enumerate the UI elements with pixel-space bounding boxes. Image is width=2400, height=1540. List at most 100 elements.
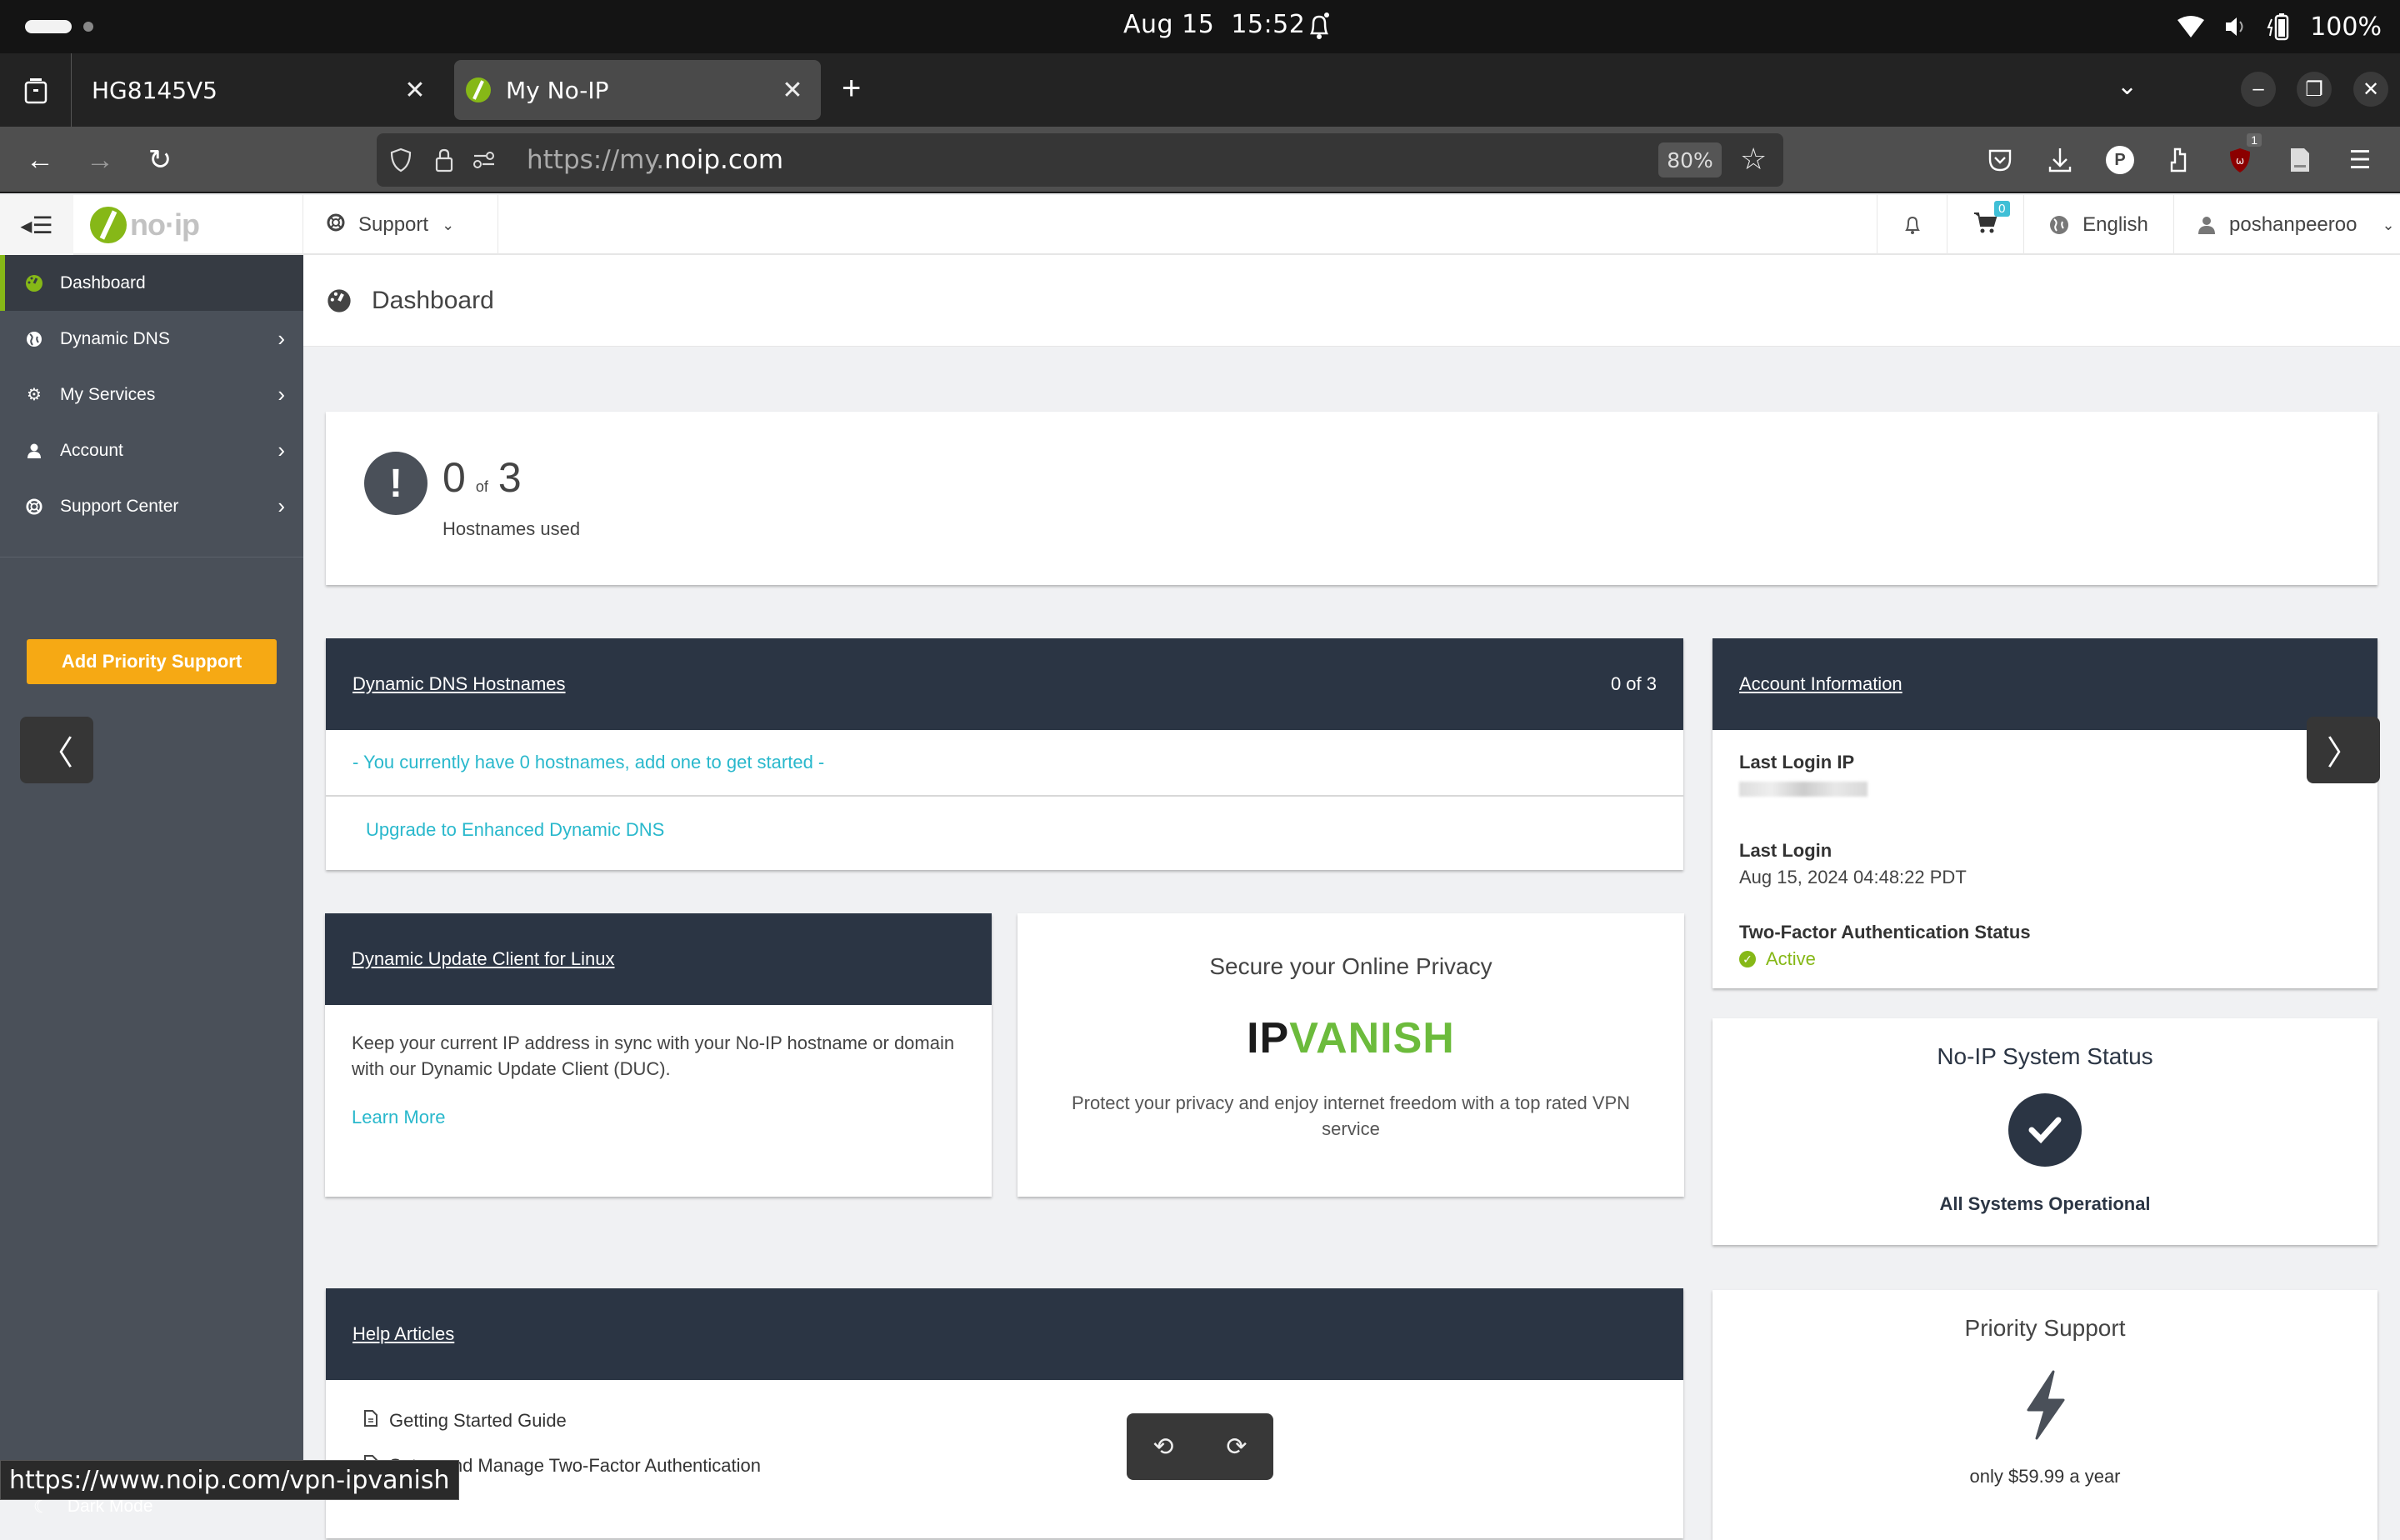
- sidebar-item-my-services[interactable]: ⚙ My Services ›: [0, 367, 303, 422]
- sidebar-item-label: Account: [60, 440, 123, 460]
- zoom-level-button[interactable]: 80%: [1658, 142, 1722, 178]
- help-articles-link[interactable]: Help Articles: [352, 1323, 1657, 1345]
- sidebar-item-dashboard[interactable]: Dashboard: [0, 255, 303, 311]
- ipvanish-promo-card[interactable]: Secure your Online Privacy IPVANISH Prot…: [1018, 913, 1684, 1197]
- lock-icon[interactable]: [430, 145, 458, 175]
- cart-count-badge: 0: [1994, 200, 2010, 217]
- pocket-icon[interactable]: [1983, 143, 2017, 177]
- wifi-icon: [2178, 16, 2205, 38]
- two-factor-status: ✓ Active: [1739, 948, 2351, 970]
- p-extension-icon[interactable]: P: [2103, 143, 2137, 177]
- hostname-count-badge: 0 of 3: [1610, 673, 1657, 694]
- help-article-title: Getting Started Guide: [389, 1410, 567, 1431]
- extensions-puzzle-icon[interactable]: [2163, 143, 2197, 177]
- tab-manager-icon: [24, 78, 47, 104]
- noip-logo-mark-icon: [90, 207, 127, 243]
- learn-more-link[interactable]: Learn More: [325, 1107, 992, 1128]
- language-selector[interactable]: English: [2023, 195, 2173, 255]
- chevron-right-icon: 〉: [2327, 735, 2360, 772]
- workspace-indicator[interactable]: [25, 20, 72, 33]
- of-text: of: [475, 478, 488, 495]
- url-domain: noip.com: [664, 145, 784, 175]
- system-status-title: No-IP System Status: [1937, 1043, 2153, 1069]
- carousel-next-button[interactable]: 〉: [2307, 717, 2380, 783]
- sidebar-item-account[interactable]: Account ›: [0, 422, 303, 478]
- ipvanish-logo-ip: IP: [1247, 1014, 1290, 1062]
- forward-arrow-icon[interactable]: →: [82, 142, 118, 178]
- username-label: poshanpeeroo: [2229, 213, 2358, 236]
- tab-my-noip[interactable]: My No-IP ✕: [454, 60, 821, 120]
- clock[interactable]: Aug 15 15:52: [1123, 10, 1305, 39]
- header-right-controls: 0 English poshanpeeroo ⌄: [1877, 195, 2400, 255]
- priority-support-title: Priority Support: [1964, 1315, 2126, 1341]
- last-login-ip-label: Last Login IP: [1739, 752, 1855, 772]
- lightning-bolt-icon: [1712, 1370, 2378, 1444]
- rotate-left-icon[interactable]: ⟲: [1152, 1432, 1173, 1462]
- upgrade-enhanced-dns-link[interactable]: Upgrade to Enhanced Dynamic DNS: [326, 797, 1683, 863]
- duc-linux-link[interactable]: Dynamic Update Client for Linux: [352, 948, 965, 970]
- tab-hg8145v5[interactable]: HG8145V5 ✕: [77, 60, 443, 120]
- permissions-icon[interactable]: [470, 145, 498, 175]
- sidebar-collapse-toggle[interactable]: ◂☰: [0, 195, 73, 255]
- downloads-icon[interactable]: [2043, 143, 2077, 177]
- system-tray[interactable]: 100%: [2177, 8, 2382, 45]
- page-title: Dashboard: [372, 286, 494, 314]
- new-tab-button[interactable]: +: [842, 70, 861, 108]
- tab-title: HG8145V5: [92, 76, 218, 104]
- document-icon: [364, 1410, 378, 1432]
- help-article-item[interactable]: Setup and Manage Two-Factor Authenticati…: [364, 1443, 1645, 1488]
- list-all-tabs-chevron-icon[interactable]: ⌄: [2117, 72, 2138, 101]
- dynamic-dns-hostnames-link[interactable]: Dynamic DNS Hostnames: [352, 673, 1611, 695]
- logo-text: no·ip: [130, 208, 200, 242]
- carousel-prev-button[interactable]: 〈: [20, 717, 93, 783]
- sidebar-item-label: Dashboard: [60, 272, 146, 292]
- card-header: Dynamic Update Client for Linux: [325, 913, 992, 1005]
- exclamation-icon: !: [364, 452, 428, 515]
- hamburger-menu-icon[interactable]: ☰: [2343, 143, 2377, 177]
- help-article-item[interactable]: Getting Started Guide: [364, 1398, 1645, 1443]
- notification-bell-icon[interactable]: [1307, 12, 1332, 40]
- ublock-shield-icon[interactable]: ω 1: [2223, 133, 2262, 177]
- battery-icon: [2267, 13, 2289, 41]
- cart-button[interactable]: 0: [1947, 195, 2023, 255]
- no-hostnames-message[interactable]: - You currently have 0 hostnames, add on…: [326, 730, 1683, 797]
- sidebar-item-support-center[interactable]: Support Center ›: [0, 478, 303, 534]
- tab-overview-button[interactable]: [0, 53, 72, 127]
- close-window-button[interactable]: ✕: [2353, 72, 2388, 107]
- workspace-dot[interactable]: [83, 22, 93, 32]
- browser-tab-strip: HG8145V5 ✕ My No-IP ✕ + ⌄ – ❐ ✕: [0, 53, 2400, 127]
- support-dropdown[interactable]: Support ⌄: [303, 195, 498, 255]
- reader-view-icon[interactable]: [2283, 143, 2317, 177]
- sidebar-item-dynamic-dns[interactable]: Dynamic DNS ›: [0, 311, 303, 367]
- sidebar-divider: [0, 557, 303, 558]
- url-text[interactable]: https://my.noip.com: [527, 145, 783, 175]
- account-information-link[interactable]: Account Information: [1739, 673, 2351, 695]
- noip-logo[interactable]: no·ip: [90, 205, 200, 245]
- page-title-bar: Dashboard: [303, 255, 2400, 347]
- two-factor-label: Two-Factor Authentication Status: [1739, 922, 2031, 942]
- card-header: Account Information: [1712, 638, 2378, 730]
- add-priority-support-button[interactable]: Add Priority Support: [27, 639, 277, 684]
- back-arrow-icon[interactable]: ←: [22, 142, 58, 178]
- tracking-shield-icon[interactable]: [387, 145, 415, 175]
- close-tab-icon[interactable]: ✕: [776, 76, 809, 105]
- dashboard-icon: [25, 274, 43, 292]
- notifications-button[interactable]: [1877, 195, 1947, 255]
- account-information-card: Account Information Last Login IP Last L…: [1712, 638, 2378, 988]
- sidebar-item-label: Support Center: [60, 496, 179, 516]
- bookmark-star-icon[interactable]: ☆: [1740, 142, 1767, 177]
- system-status-text: All Systems Operational: [1939, 1193, 2151, 1214]
- rotate-right-icon[interactable]: ⟳: [1226, 1432, 1247, 1462]
- last-login-ip-redacted: [1739, 782, 1868, 797]
- status-check-icon: [2008, 1093, 2082, 1167]
- dynamic-dns-hostnames-card: Dynamic DNS Hostnames 0 of 3 - You curre…: [326, 638, 1683, 870]
- close-tab-icon[interactable]: ✕: [398, 76, 432, 105]
- reload-icon[interactable]: ↻: [142, 142, 178, 178]
- check-circle-icon: ✓: [1739, 951, 1756, 968]
- restore-button[interactable]: ❐: [2297, 72, 2332, 107]
- user-menu[interactable]: poshanpeeroo ⌄: [2173, 195, 2400, 255]
- address-bar[interactable]: https://my.noip.com 80% ☆: [377, 133, 1783, 187]
- site-header: ◂☰ no·ip Support ⌄ 0 English poshanpeero…: [0, 195, 2400, 255]
- minimize-button[interactable]: –: [2241, 72, 2276, 107]
- gear-icon: ⚙: [27, 386, 42, 404]
